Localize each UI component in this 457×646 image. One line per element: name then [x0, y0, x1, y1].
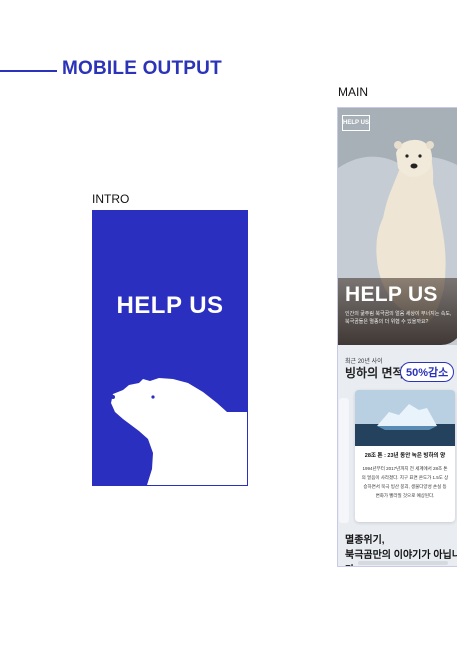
hero-description: 인간의 굶주림 북극곰의 얼음 세상이 무너지는 속도, 북극곰들은 멸종의 더…: [345, 311, 452, 325]
card-title: 28조 톤 : 23년 동안 녹은 빙하의 양: [364, 453, 446, 459]
hero-image: HELP US HELP US 인간의 굶주림 북극곰의 얼음 세상이 무너지는…: [338, 108, 457, 345]
main-screen[interactable]: HELP US HELP US 인간의 굶주림 북극곰의 얼음 세상이 무너지는…: [337, 107, 457, 567]
intro-title: HELP US: [116, 292, 224, 319]
logo[interactable]: HELP US: [342, 115, 370, 131]
intro-label: INTRO: [92, 192, 130, 206]
card-body: 1994년부터 2017년까지 전 세계에서 28조 톤의 얼음이 사라졌다. …: [361, 466, 449, 498]
card-peek-left[interactable]: [339, 398, 349, 523]
decrease-badge: 50%감소: [400, 362, 455, 382]
area-heading: 빙하의 면적: [345, 366, 404, 380]
info-card[interactable]: 28조 톤 : 23년 동안 녹은 빙하의 양 1994년부터 2017년까지 …: [355, 390, 455, 522]
iceberg-image: [355, 390, 455, 446]
main-label: MAIN: [338, 85, 368, 99]
intro-screen[interactable]: HELP US: [92, 210, 248, 486]
bottom-line-1: 멸종위기,: [345, 535, 385, 546]
header-line: [0, 70, 57, 72]
hero-title: HELP US: [345, 283, 438, 306]
polar-bear-silhouette: [111, 378, 247, 485]
iceberg-icon: [355, 390, 455, 446]
scroll-indicator: [358, 561, 448, 565]
page-title: MOBILE OUTPUT: [62, 58, 222, 79]
